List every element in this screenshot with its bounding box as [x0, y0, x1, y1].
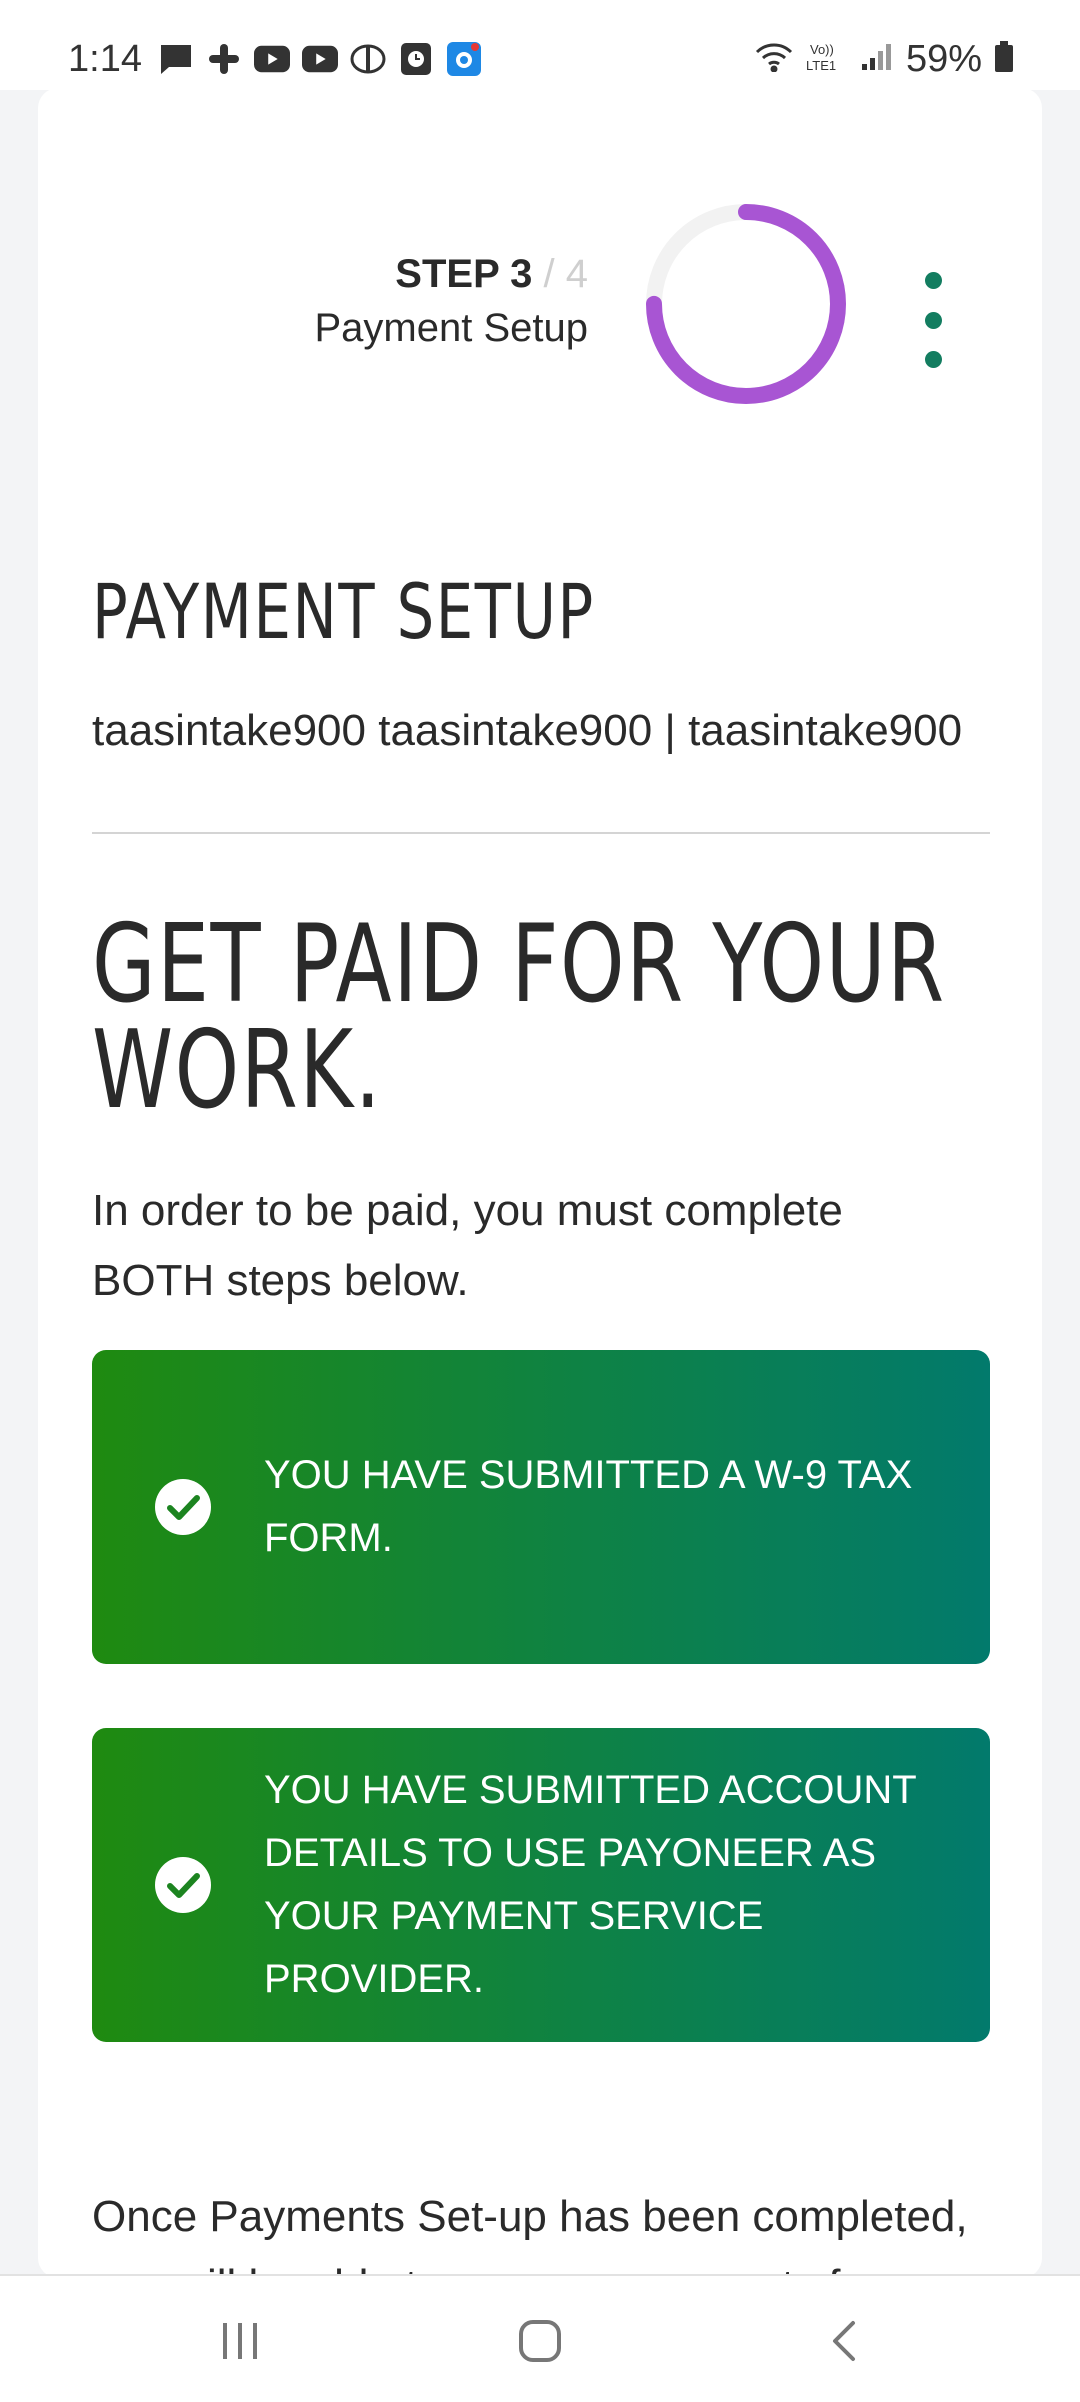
- banner-text: YOU HAVE SUBMITTED A W-9 TAX FORM.: [264, 1453, 913, 1560]
- payoneer-status-banner: YOU HAVE SUBMITTED ACCOUNT DETAILS TO US…: [92, 1728, 990, 2042]
- svg-text:Vo)): Vo)): [810, 42, 834, 57]
- battery-icon: [994, 40, 1014, 78]
- camera-app-icon: [446, 42, 482, 76]
- step-label-line: STEP 3 / 4: [315, 248, 588, 300]
- progress-ring: [646, 204, 846, 404]
- kebab-dot: [924, 272, 942, 289]
- status-right: Vo)) LTE1 59%: [754, 36, 1014, 82]
- recent-apps-icon[interactable]: [200, 2306, 280, 2376]
- slack-icon: [206, 42, 242, 76]
- w9-status-banner: YOU HAVE SUBMITTED A W-9 TAX FORM.: [92, 1350, 990, 1664]
- page-heading: GET PAID FOR YOUR WORK.: [92, 902, 951, 1133]
- payment-setup-card: STEP 3 / 4 Payment Setup PAYMENT SETUP t…: [38, 88, 1042, 2278]
- back-icon[interactable]: [804, 2306, 884, 2376]
- notification-icons: [158, 42, 482, 76]
- volte-icon: Vo)) LTE1: [806, 40, 848, 79]
- step-label: STEP 3: [395, 252, 533, 296]
- user-identity: taasintake900 taasintake900 | taasintake…: [92, 706, 963, 755]
- battery-percent: 59%: [905, 38, 982, 80]
- svg-text:LTE1: LTE1: [806, 58, 836, 73]
- status-time: 1:14: [68, 38, 142, 80]
- page-heading-text: GET PAID FOR YOUR WORK.: [92, 902, 946, 1133]
- step-indicator: STEP 3 / 4 Payment Setup: [315, 248, 589, 356]
- step-name: Payment Setup: [314, 306, 589, 350]
- clock-app-icon: [398, 42, 434, 76]
- intro-text: In order to be paid, you must complete B…: [92, 1186, 843, 1305]
- banner-text: YOU HAVE SUBMITTED ACCOUNT DETAILS TO US…: [264, 1768, 916, 2001]
- youtube-icon: [302, 42, 338, 76]
- kebab-menu-icon[interactable]: [918, 272, 948, 368]
- home-icon[interactable]: [500, 2306, 580, 2376]
- wifi-icon: [754, 42, 794, 77]
- check-circle-icon: [155, 1479, 211, 1535]
- youtube-icon: [254, 42, 290, 76]
- kebab-dot: [924, 311, 942, 329]
- outro-text: Once Payments Set-up has been completed,…: [92, 2192, 968, 2278]
- check-circle-icon: [155, 1857, 211, 1913]
- signal-icon: [860, 42, 894, 77]
- step-total: / 4: [543, 252, 588, 296]
- section-title: PAYMENT SETUP: [92, 567, 595, 656]
- message-icon: [158, 42, 194, 76]
- kebab-dot: [924, 351, 942, 368]
- audio-icon: [350, 42, 386, 76]
- status-bar: 1:14 Vo)) LTE1 59%: [0, 0, 1080, 90]
- system-nav-bar: [0, 2274, 1080, 2402]
- divider: [92, 832, 990, 834]
